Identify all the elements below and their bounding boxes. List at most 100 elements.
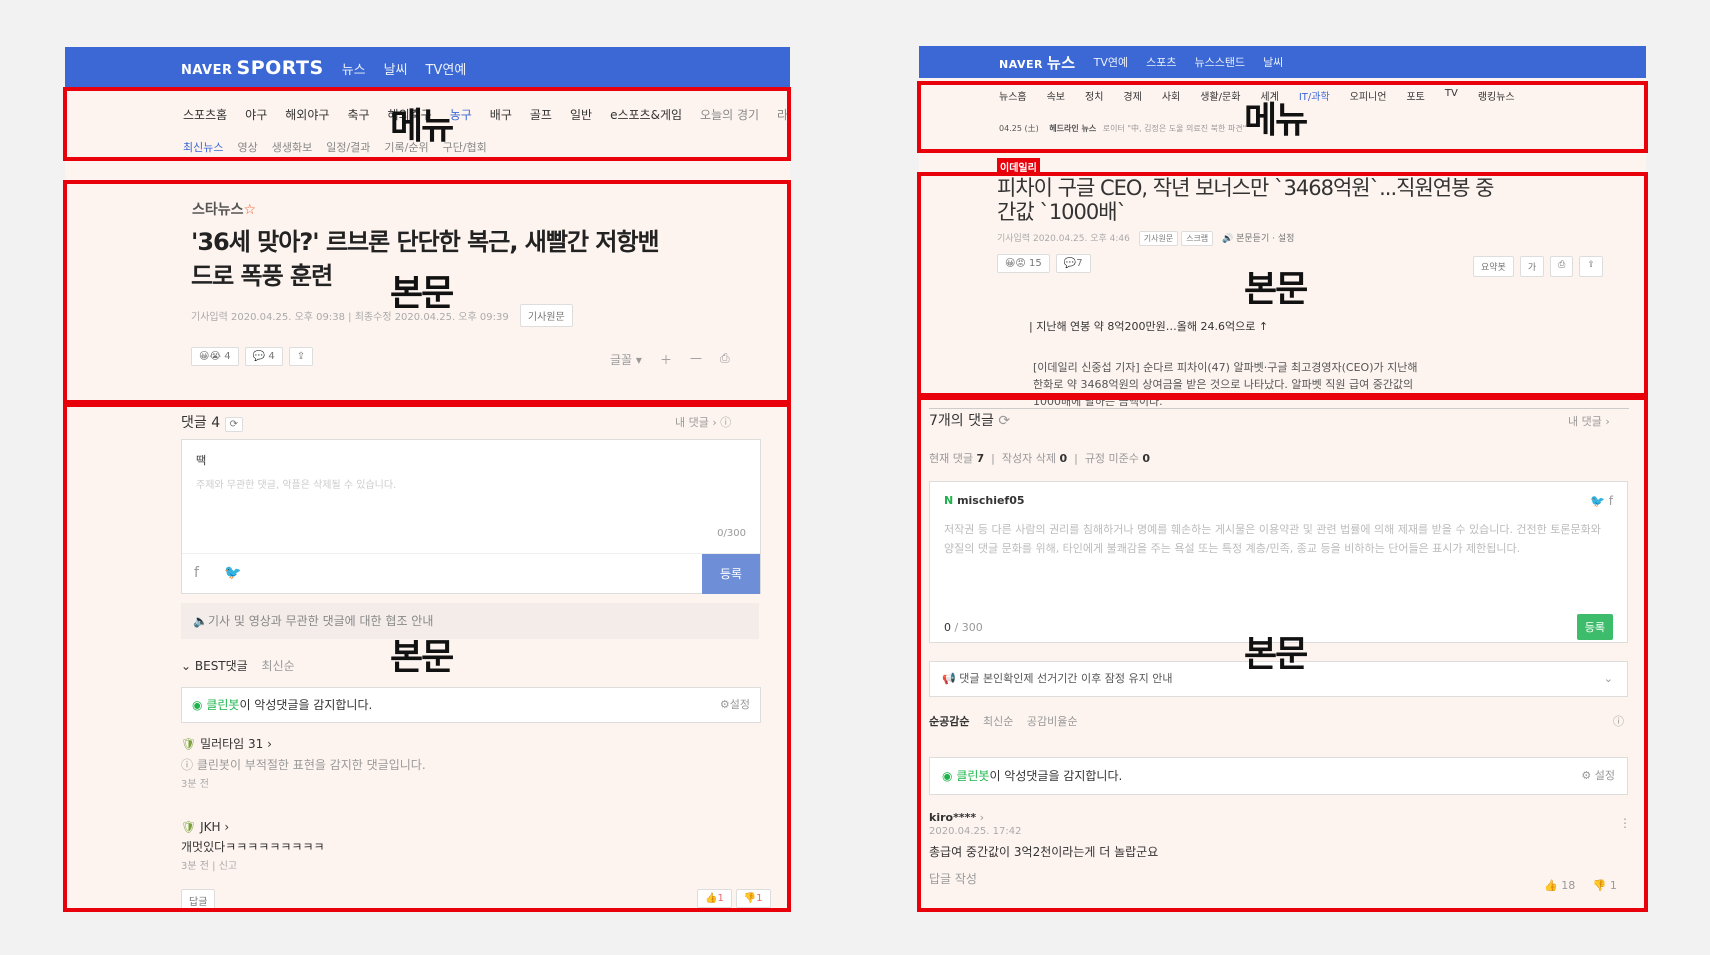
comment-user[interactable]: JKH [200, 820, 220, 834]
menu-item[interactable]: 정치 [1085, 88, 1103, 103]
dislike-button[interactable]: 👎 1 [1593, 879, 1617, 892]
article-title-line1: 피차이 구글 CEO, 작년 보너스만 `3468억원`...직원연봉 중 [997, 176, 1494, 200]
submenu-item-active[interactable]: 최신뉴스 [183, 139, 223, 155]
press-logo[interactable]: 스타뉴스☆ [192, 199, 256, 219]
article-title: 피차이 구글 CEO, 작년 보너스만 `3468억원`...직원연봉 중 간값… [997, 176, 1494, 224]
header-nav-item[interactable]: 날씨 [1263, 54, 1283, 70]
header-nav-news[interactable]: 뉴스 [342, 59, 366, 78]
menu-item[interactable]: 랭킹뉴스 [1478, 88, 1515, 103]
facebook-icon[interactable]: f [194, 565, 199, 581]
chevron-down-icon[interactable]: ⌄ [1604, 662, 1613, 696]
listen-button[interactable]: 🔊 본문듣기 · 설정 [1222, 234, 1294, 244]
my-comments-link[interactable]: 내 댓글 › [1568, 413, 1610, 429]
comment-user[interactable]: 밀러타임 31 [200, 737, 263, 751]
header-nav-item[interactable]: TV연예 [1094, 54, 1128, 70]
comment-username: 땍 [196, 454, 207, 467]
refresh-icon[interactable]: ⟳ [998, 413, 1010, 429]
twitter-icon[interactable]: 🐦 [1590, 494, 1605, 508]
my-comments-link[interactable]: 내 댓글 › ⓘ [675, 414, 731, 430]
font-menu[interactable]: 글꼴 ▾ [610, 351, 642, 368]
refresh-icon[interactable]: ⟳ [224, 417, 243, 432]
cleanbot-icon: ◉ [942, 769, 953, 783]
more-options-icon[interactable]: ⋮ [1619, 816, 1631, 830]
facebook-icon[interactable]: f [1609, 494, 1613, 508]
emoji-icon: 😀😭 [199, 351, 222, 362]
reaction-button[interactable]: 😀😡 15 [997, 254, 1050, 273]
share-button[interactable]: ⇪ [288, 347, 314, 366]
cleanbot-bar: ◉ 클린봇이 악성댓글을 감지합니다. ⚙설정 [181, 687, 761, 723]
scrap-button[interactable]: 스크랩 [1181, 231, 1214, 246]
submenu-item[interactable]: 영상 [237, 139, 257, 155]
share-icon[interactable]: ⇪ [1579, 256, 1603, 277]
menu-item[interactable]: 생활/문화 [1200, 88, 1240, 103]
article-title-line1: '36세 맞아?' 르브론 단단한 복근, 새빨간 저항밴 [191, 228, 660, 256]
comment-submit-button[interactable]: 등록 [702, 554, 760, 594]
article-actions: 😀😭 4 💬 4 ⇪ [191, 347, 314, 366]
naver-news-logo[interactable]: NAVER 뉴스 [999, 52, 1076, 73]
menu-item[interactable]: 경제 [1123, 88, 1141, 103]
print-icon[interactable]: ⎙ [1550, 256, 1574, 277]
comment-count-button[interactable]: 💬7 [1055, 254, 1091, 273]
cleanbot-settings[interactable]: ⚙설정 [720, 688, 750, 722]
naver-sports-logo[interactable]: NAVER SPORTS [181, 57, 324, 79]
sort-latest[interactable]: 최신순 [262, 659, 295, 673]
font-size-button[interactable]: 가 [1519, 256, 1545, 277]
header-nav-tv[interactable]: TV연예 [426, 59, 467, 78]
overlay-label-menu: 메뉴 [1244, 100, 1308, 141]
twitter-icon[interactable]: 🐦 [224, 565, 241, 581]
press-logo[interactable]: 이데일리 [997, 158, 1040, 175]
sort-option-active[interactable]: 순공감순 [929, 715, 969, 728]
like-button[interactable]: 👍 18 [1544, 879, 1575, 892]
original-article-button[interactable]: 기사원문 [1138, 231, 1179, 246]
speaker-icon: 🔈 [193, 614, 208, 628]
menu-item[interactable]: 속보 [1047, 88, 1065, 103]
print-icon[interactable]: ⎙ [720, 351, 730, 368]
comment-count-button[interactable]: 💬 4 [244, 347, 283, 366]
reply-link[interactable]: 답글 작성 [929, 870, 1158, 887]
menu-item[interactable]: 오피니언 [1350, 88, 1387, 103]
font-increase-icon[interactable]: ＋ [660, 351, 672, 368]
menu-item[interactable]: e스포츠&게임 [610, 106, 682, 123]
menu-item[interactable]: 뉴스홈 [999, 88, 1027, 103]
summary-bot-button[interactable]: 요약봇 [1473, 256, 1514, 277]
header-nav-item[interactable]: 뉴스스탠드 [1194, 54, 1245, 70]
menu-item[interactable]: 오늘의 경기 [700, 106, 759, 123]
submenu-item[interactable]: 일정/결과 [326, 139, 370, 155]
like-button[interactable]: 👍1 [697, 889, 732, 908]
user-badge-icon: 🛡 [181, 820, 197, 834]
menu-item-active[interactable]: 농구 [450, 106, 472, 123]
menu-item[interactable]: 포토 [1406, 88, 1424, 103]
menu-item[interactable]: 해외야구 [285, 106, 329, 123]
menu-item[interactable]: TV [1445, 88, 1458, 103]
menu-item[interactable]: 야구 [245, 106, 267, 123]
menu-item[interactable]: 사회 [1162, 88, 1180, 103]
menu-item[interactable]: 일반 [570, 106, 592, 123]
sort-option[interactable]: 공감비율순 [1027, 715, 1078, 728]
original-article-button[interactable]: 기사원문 [519, 304, 573, 327]
comment-item: kiro**** › 2020.04.25. 17:42 총급여 중간값이 3억… [929, 811, 1159, 887]
info-icon[interactable]: ⓘ [1613, 713, 1624, 729]
sort-option[interactable]: 최신순 [983, 715, 1013, 728]
menu-item[interactable]: 축구 [347, 106, 369, 123]
reply-button[interactable]: 답글 [181, 889, 216, 910]
menu-item[interactable]: 골프 [530, 106, 552, 123]
header-nav-item[interactable]: 스포츠 [1146, 54, 1176, 70]
reaction-button[interactable]: 😀😭 4 [191, 347, 239, 366]
menu-item[interactable]: 스포츠홈 [183, 106, 227, 123]
comment-submit-button[interactable]: 등록 [1576, 614, 1613, 640]
header-nav-weather[interactable]: 날씨 [384, 59, 408, 78]
notice-bar[interactable]: 🔈기사 및 영상과 무관한 댓글에 대한 협조 안내 [181, 603, 759, 639]
comment-input[interactable]: 저작권 등 다른 사람의 권리를 침해하거나 명예를 훼손하는 게시물은 이용약… [944, 520, 1609, 558]
submenu-item[interactable]: 생생화보 [272, 139, 312, 155]
font-decrease-icon[interactable]: — [690, 351, 702, 368]
cleanbot-settings[interactable]: ⚙ 설정 [1581, 758, 1615, 794]
report-link[interactable]: 신고 [219, 861, 237, 872]
menu-item[interactable]: 라 [777, 106, 788, 123]
menu-item[interactable]: 배구 [490, 106, 512, 123]
comment-input[interactable]: 주제와 무관한 댓글, 악플은 삭제될 수 있습니다. [196, 476, 396, 491]
comment-header: 7개의 댓글 ⟳ [929, 410, 1010, 430]
sort-best[interactable]: ⌄ BEST댓글 [181, 659, 248, 673]
comment-user[interactable]: kiro**** [929, 811, 976, 824]
dislike-button[interactable]: 👎1 [735, 889, 771, 908]
headline-ticker[interactable]: 04.25 (土) 헤드라인 뉴스 로이터 "中, 김정은 도울 의료진 북한 … [999, 123, 1246, 134]
